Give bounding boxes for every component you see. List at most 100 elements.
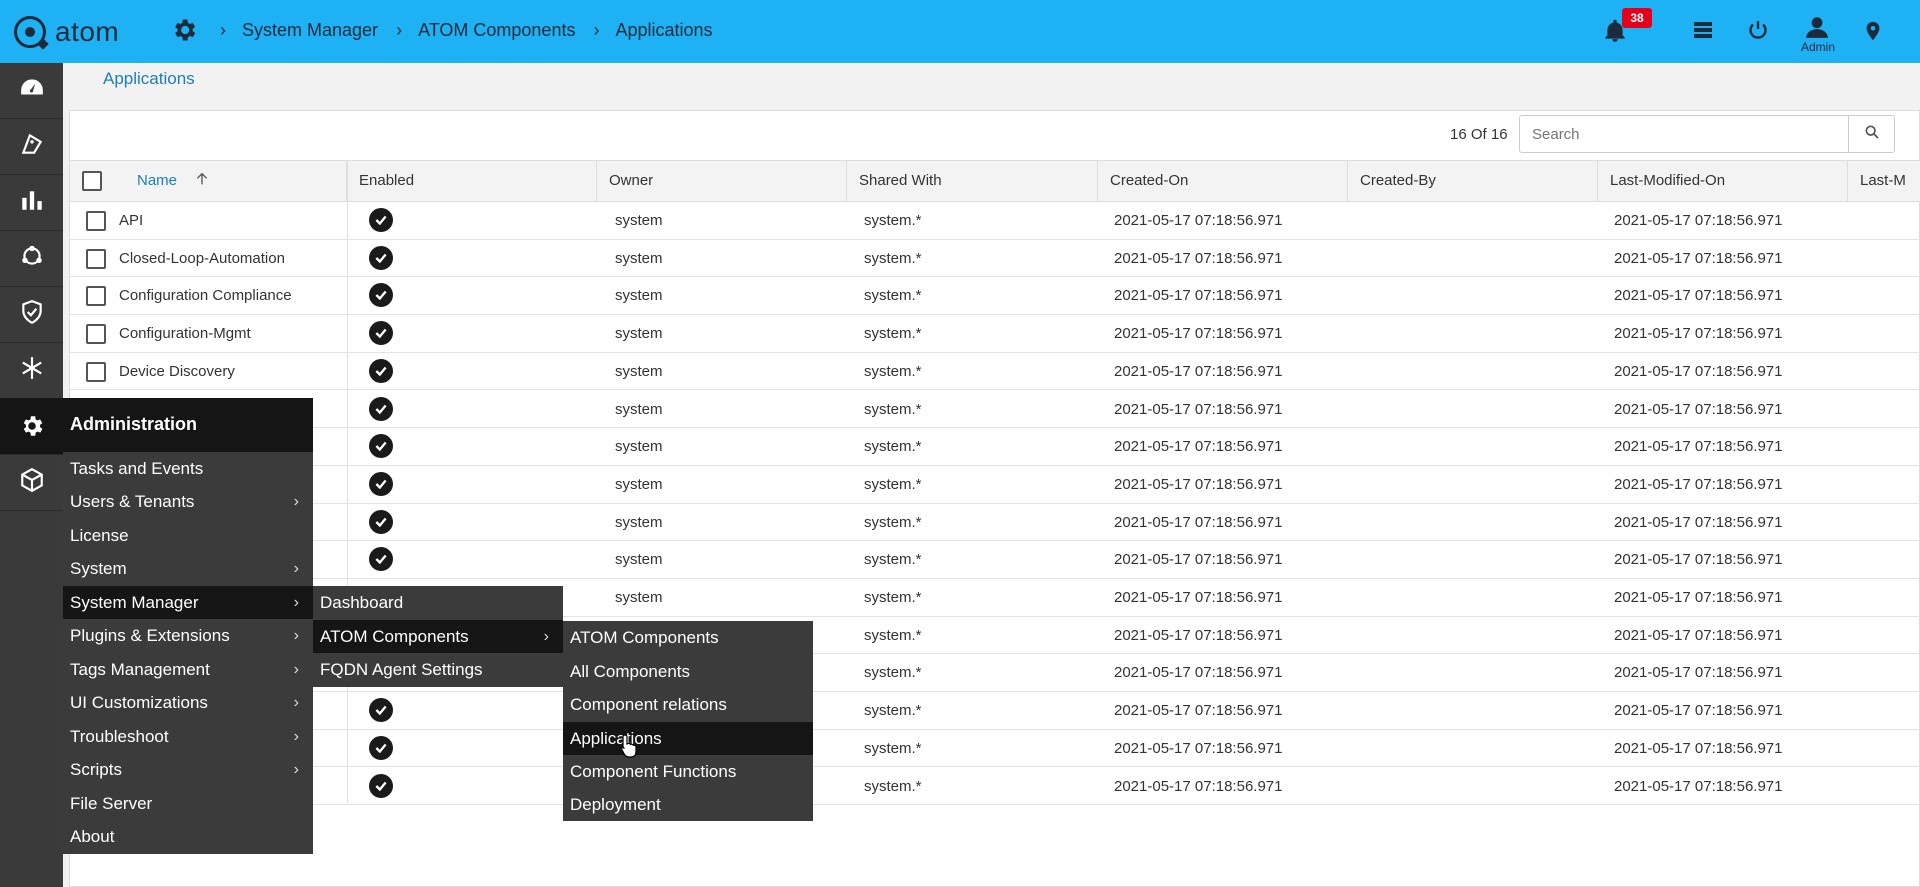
row-checkbox[interactable] <box>86 248 106 269</box>
menu-item-fqdn-agent-settings[interactable]: FQDN Agent Settings <box>313 653 563 686</box>
menu-item-atom-components-overview[interactable]: ATOM Components <box>563 621 813 654</box>
location-pin-icon[interactable] <box>1862 18 1884 49</box>
row-shared-with: system.* <box>864 325 922 343</box>
column-last-modified-on-header[interactable]: Last-Modified-On <box>1598 161 1848 201</box>
menu-item-all-components[interactable]: All Components <box>563 655 813 688</box>
menu-item-deployment[interactable]: Deployment <box>563 788 813 821</box>
menu-item-plugins-extensions[interactable]: Plugins & Extensions › <box>63 619 313 652</box>
search-input[interactable] <box>1520 116 1850 152</box>
rail-inventory[interactable] <box>0 119 63 175</box>
hand-pointer-cursor-icon <box>620 734 638 763</box>
row-name[interactable]: Device Discovery <box>119 353 235 390</box>
menu-item-label: ATOM Components <box>570 628 719 647</box>
rail-compliance[interactable] <box>0 287 63 343</box>
column-created-by-header[interactable]: Created-By <box>1348 161 1598 201</box>
logo-icon <box>14 16 46 48</box>
column-name-label[interactable]: Name <box>137 161 177 201</box>
column-last-modified-by-header[interactable]: Last-M <box>1848 161 1920 201</box>
row-created-on: 2021-05-17 07:18:56.971 <box>1114 249 1283 267</box>
row-shared-with: system.* <box>864 702 922 720</box>
row-shared-with: system.* <box>864 513 922 531</box>
row-created-on: 2021-05-17 07:18:56.971 <box>1114 664 1283 682</box>
menu-item-troubleshoot[interactable]: Troubleshoot › <box>63 720 313 753</box>
menu-item-label: Component Functions <box>570 762 737 781</box>
rail-snowflake[interactable] <box>0 343 63 399</box>
menu-item-file-server[interactable]: File Server <box>63 787 313 820</box>
power-icon[interactable] <box>1746 18 1770 47</box>
page-title[interactable]: Applications <box>103 69 195 89</box>
menu-item-component-relations[interactable]: Component relations <box>563 688 813 721</box>
row-last-modified-on: 2021-05-17 07:18:56.971 <box>1614 475 1783 493</box>
row-checkbox[interactable] <box>86 286 106 307</box>
menu-item-scripts[interactable]: Scripts › <box>63 753 313 786</box>
menu-item-atom-components[interactable]: ATOM Components › <box>313 620 563 653</box>
column-created-on-header[interactable]: Created-On <box>1098 161 1348 201</box>
menu-item-system[interactable]: System › <box>63 552 313 585</box>
list-icon[interactable] <box>1691 18 1715 47</box>
menu-item-label: Component relations <box>570 695 727 714</box>
row-name[interactable]: Closed-Loop-Automation <box>119 240 285 277</box>
rail-cube[interactable] <box>0 455 63 511</box>
row-created-on: 2021-05-17 07:18:56.971 <box>1114 777 1283 795</box>
row-name[interactable]: Configuration Compliance <box>119 277 292 314</box>
enabled-check-icon <box>369 208 393 232</box>
row-created-on: 2021-05-17 07:18:56.971 <box>1114 212 1283 229</box>
menu-item-about[interactable]: About <box>63 820 313 853</box>
row-last-modified-on: 2021-05-17 07:18:56.971 <box>1614 400 1783 418</box>
enabled-check-icon <box>369 547 393 572</box>
rail-analytics[interactable] <box>0 175 63 231</box>
menu-item-label: Troubleshoot <box>70 727 169 746</box>
row-name[interactable]: API <box>119 202 143 239</box>
atom-logo[interactable]: atom <box>14 16 119 48</box>
column-enabled-header[interactable]: Enabled <box>347 161 597 201</box>
speedometer-icon <box>19 75 45 106</box>
menu-item-users-tenants[interactable]: Users & Tenants › <box>63 485 313 518</box>
breadcrumb-applications[interactable]: Applications <box>615 20 712 41</box>
row-checkbox[interactable] <box>86 324 106 345</box>
sort-arrow-up-icon[interactable] <box>194 163 210 203</box>
row-created-on: 2021-05-17 07:18:56.971 <box>1114 513 1283 531</box>
row-created-on: 2021-05-17 07:18:56.971 <box>1114 400 1283 418</box>
menu-item-tasks-and-events[interactable]: Tasks and Events <box>63 452 313 485</box>
row-last-modified-on: 2021-05-17 07:18:56.971 <box>1614 777 1783 795</box>
breadcrumb-system-manager[interactable]: System Manager <box>242 20 378 41</box>
row-created-on: 2021-05-17 07:18:56.971 <box>1114 589 1283 606</box>
top-bar: atom › System Manager › ATOM Components … <box>0 0 1920 63</box>
row-checkbox[interactable] <box>86 211 106 232</box>
chevron-right-icon: › <box>293 594 299 611</box>
menu-item-dashboard[interactable]: Dashboard <box>313 586 563 619</box>
chevron-right-icon: › <box>593 20 600 40</box>
chevron-right-icon: › <box>293 560 299 577</box>
row-created-on: 2021-05-17 07:18:56.971 <box>1114 438 1283 456</box>
bar-chart-icon <box>19 187 45 218</box>
menu-item-applications[interactable]: Applications <box>563 722 813 755</box>
chevron-right-icon: › <box>293 728 299 745</box>
cube-icon <box>19 467 45 498</box>
menu-item-component-functions[interactable]: Component Functions <box>563 755 813 788</box>
row-last-modified-on: 2021-05-17 07:18:56.971 <box>1614 212 1783 229</box>
column-shared-with-header[interactable]: Shared With <box>847 161 1098 201</box>
rail-topology[interactable] <box>0 231 63 287</box>
row-checkbox[interactable] <box>86 361 106 382</box>
search-button[interactable] <box>1848 116 1894 152</box>
breadcrumb-atom-components[interactable]: ATOM Components <box>418 20 575 41</box>
row-owner: system <box>615 400 663 418</box>
enabled-check-icon <box>369 471 393 496</box>
column-owner-header[interactable]: Owner <box>597 161 847 201</box>
row-owner: system <box>615 551 663 569</box>
menu-item-system-manager[interactable]: System Manager › <box>63 586 313 619</box>
menu-item-ui-customizations[interactable]: UI Customizations › <box>63 686 313 719</box>
menu-item-license[interactable]: License <box>63 519 313 552</box>
enabled-check-icon <box>369 698 393 723</box>
row-last-modified-on: 2021-05-17 07:18:56.971 <box>1614 249 1783 267</box>
column-name-header[interactable]: Name <box>70 161 347 201</box>
administration-menu-header[interactable]: Administration <box>0 398 313 452</box>
menu-item-tags-management[interactable]: Tags Management › <box>63 653 313 686</box>
settings-gear-icon[interactable] <box>170 16 198 49</box>
row-owner: system <box>615 212 663 229</box>
select-all-checkbox[interactable] <box>82 171 102 191</box>
row-shared-with: system.* <box>864 777 922 795</box>
enabled-check-icon <box>369 396 393 421</box>
row-name[interactable]: Configuration-Mgmt <box>119 315 251 352</box>
rail-dashboard[interactable] <box>0 63 63 119</box>
